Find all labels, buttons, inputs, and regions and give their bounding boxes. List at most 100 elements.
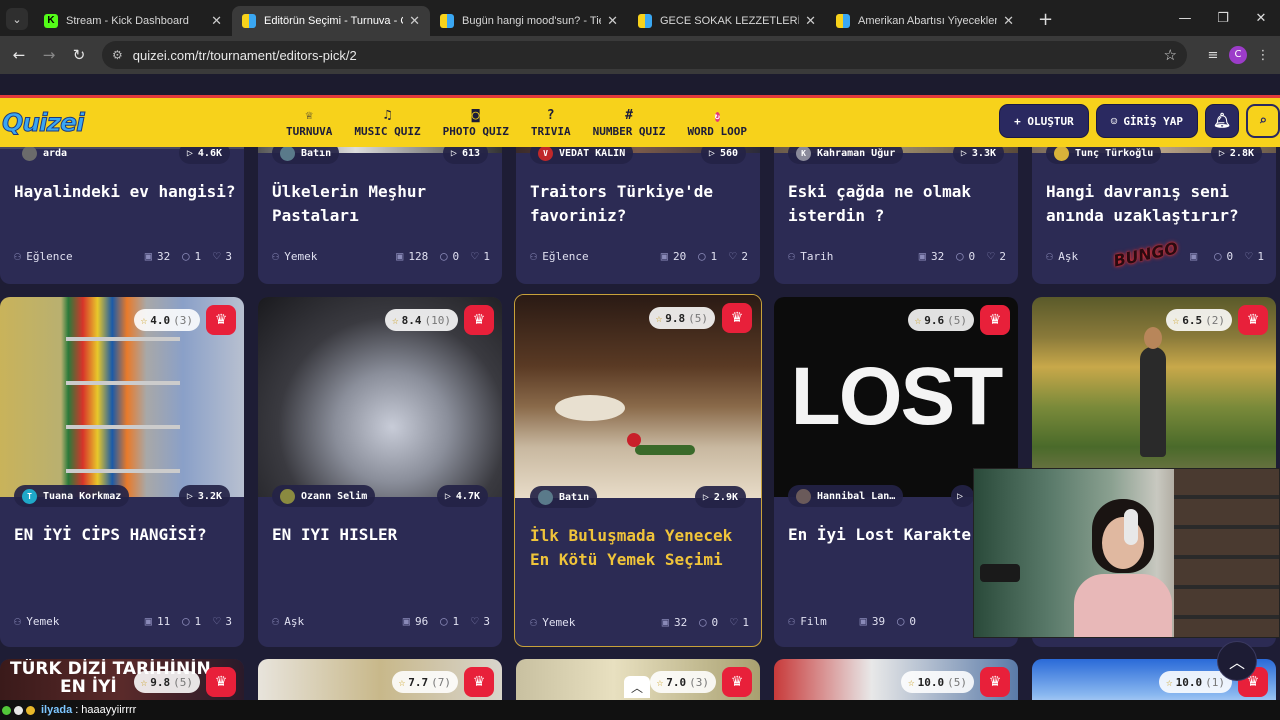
- author-badge[interactable]: Hannibal Lan…: [788, 485, 904, 507]
- quiz-card[interactable]: ☆ 7.7 (7) ♛: [258, 659, 502, 700]
- menu-icon[interactable]: ⋮: [1247, 48, 1279, 63]
- tab-search-button[interactable]: ⌄: [6, 8, 28, 30]
- quiz-card[interactable]: ☆ 4.0 (3) ♛ T Tuana Korkmaz ▷ 3.2K EN İYİ Cİ…: [0, 297, 244, 647]
- new-tab-icon[interactable]: +: [1038, 9, 1053, 30]
- minimize-icon[interactable]: —: [1166, 11, 1204, 26]
- category[interactable]: Yemek: [26, 615, 59, 628]
- author-badge[interactable]: Batın: [272, 147, 340, 164]
- rating-badge: ☆ 7.0 (3): [649, 671, 716, 693]
- login-button[interactable]: ☺ GİRİŞ YAP: [1095, 104, 1198, 138]
- quiz-card[interactable]: K Kahraman Uğur ▷ 3.3K Eski çağda ne olmak…: [774, 147, 1018, 284]
- quiz-title[interactable]: Ülkelerin Meşhur Pastaları: [272, 180, 500, 228]
- quiz-card[interactable]: ☆ 8.4 (10) ♛ Ozann Selim ▷ 4.7K EN IYI HISL…: [258, 297, 502, 647]
- close-tab-icon[interactable]: ✕: [607, 13, 618, 29]
- crown-icon[interactable]: ♛: [722, 667, 752, 697]
- crown-icon[interactable]: ♛: [1238, 305, 1268, 335]
- close-tab-icon[interactable]: ✕: [1003, 13, 1014, 29]
- item-count: 11: [157, 614, 171, 628]
- close-tab-icon[interactable]: ✕: [805, 13, 816, 29]
- crown-icon[interactable]: ♛: [464, 667, 494, 697]
- quiz-card[interactable]: ☆ 10.0 (5) ♛: [774, 659, 1018, 700]
- heart-icon[interactable]: ♡: [987, 249, 994, 263]
- author-badge[interactable]: arda: [14, 147, 75, 164]
- author-badge[interactable]: T Tuana Korkmaz: [14, 485, 130, 507]
- quiz-card-selected[interactable]: ☆ 9.8 (5) ♛ Batın ▷ 2.9K İlk Buluşmada Yene…: [514, 294, 762, 647]
- profile-avatar[interactable]: C: [1229, 46, 1247, 64]
- media-controls-icon[interactable]: ≡: [1197, 48, 1229, 63]
- forward-icon[interactable]: →: [34, 46, 64, 64]
- category[interactable]: Aşk: [1058, 250, 1078, 263]
- crown-icon[interactable]: ♛: [206, 305, 236, 335]
- crown-icon[interactable]: ♛: [464, 305, 494, 335]
- category[interactable]: Eğlence: [26, 250, 72, 263]
- heart-icon[interactable]: ♡: [1245, 249, 1252, 263]
- browser-tab[interactable]: GECE SOKAK LEZZETLERİ - Tier ✕: [628, 6, 826, 36]
- heart-icon[interactable]: ♡: [213, 249, 220, 263]
- quiz-card[interactable]: TÜRK DİZİ TARİHİNİN EN İYİ ☆ 9.8 (5) ♛: [0, 659, 244, 700]
- browser-tab[interactable]: K Stream - Kick Dashboard ✕: [34, 6, 232, 36]
- category[interactable]: Eğlence: [542, 250, 588, 263]
- quiz-title[interactable]: Hayalindeki ev hangisi?: [14, 180, 242, 204]
- reload-icon[interactable]: ↻: [64, 46, 94, 64]
- search-button[interactable]: ⌕: [1246, 104, 1280, 138]
- quiz-title[interactable]: Hangi davranış seni anında uzaklaştırır?: [1046, 180, 1274, 228]
- heart-icon[interactable]: ♡: [213, 614, 220, 628]
- category-icon: ⚇: [530, 249, 538, 263]
- nav-trivia[interactable]: ? TRIVIA: [531, 98, 571, 147]
- avatar: [796, 488, 811, 504]
- crown-icon[interactable]: ♛: [206, 667, 236, 697]
- author-badge[interactable]: Ozann Selim: [272, 485, 376, 507]
- site-info-icon[interactable]: ⚙: [112, 48, 123, 62]
- heart-icon[interactable]: ♡: [471, 249, 478, 263]
- crown-icon[interactable]: ♛: [980, 305, 1010, 335]
- quiz-card[interactable]: Tunç Türkoğlu ▷ 2.8K Hangi davranış seni …: [1032, 147, 1276, 284]
- author-badge[interactable]: K Kahraman Uğur: [788, 147, 904, 164]
- star-icon: ☆: [908, 675, 915, 689]
- play-count: ▷ 4.6K: [178, 147, 230, 164]
- heart-icon[interactable]: ♡: [471, 614, 478, 628]
- nav-photo-quiz[interactable]: ◙ PHOTO QUIZ: [443, 98, 509, 147]
- close-tab-icon[interactable]: ✕: [211, 13, 222, 29]
- heart-icon[interactable]: ♡: [730, 615, 737, 629]
- quiz-card[interactable]: V VEDAT KALIN ▷ 560 Traitors Türkiye'de fa…: [516, 147, 760, 284]
- create-button[interactable]: + OLUŞTUR: [999, 104, 1089, 138]
- quiz-title[interactable]: İlk Buluşmada Yenecek En Kötü Yemek Seçi…: [530, 524, 758, 572]
- quiz-card[interactable]: arda ▷ 4.6K Hayalindeki ev hangisi? ⚇ Eğle…: [0, 147, 244, 284]
- url-text[interactable]: quizei.com/tr/tournament/editors-pick/2: [133, 48, 1164, 63]
- omnibox[interactable]: ⚙ quizei.com/tr/tournament/editors-pick/…: [102, 41, 1187, 69]
- scroll-top-tab-icon[interactable]: ︿: [624, 676, 650, 698]
- back-icon[interactable]: ←: [4, 46, 34, 64]
- quiz-card[interactable]: Batın ▷ 613 Ülkelerin Meşhur Pastaları ⚇ Y…: [258, 147, 502, 284]
- category[interactable]: Film: [800, 615, 827, 628]
- crown-icon[interactable]: ♛: [722, 303, 752, 333]
- quiz-title[interactable]: EN IYI HISLER: [272, 523, 500, 547]
- crown-icon[interactable]: ♛: [980, 667, 1010, 697]
- notifications-button[interactable]: 🔔︎: [1205, 104, 1239, 138]
- category[interactable]: Aşk: [284, 615, 304, 628]
- nav-turnuva[interactable]: ♕ TURNUVA: [286, 98, 332, 147]
- bookmark-star-icon[interactable]: ☆: [1164, 46, 1177, 64]
- restore-icon[interactable]: ❐: [1204, 11, 1242, 26]
- browser-tab[interactable]: Bugün hangi mood'sun? - Tier ✕: [430, 6, 628, 36]
- category[interactable]: Yemek: [542, 616, 575, 629]
- author-badge[interactable]: Batın: [530, 486, 598, 508]
- browser-tab-active[interactable]: Editörün Seçimi - Turnuva - Qu ✕: [232, 6, 430, 36]
- nav-word-loop[interactable]: ↻ WORD LOOP: [687, 98, 747, 147]
- nav-music-quiz[interactable]: ♫ MUSIC QUIZ: [354, 98, 420, 147]
- author-badge[interactable]: Tunç Türkoğlu: [1046, 147, 1162, 164]
- heart-icon[interactable]: ♡: [729, 249, 736, 263]
- category[interactable]: Yemek: [284, 250, 317, 263]
- category[interactable]: Tarih: [800, 250, 833, 263]
- author-badge[interactable]: V VEDAT KALIN: [530, 147, 634, 164]
- avatar: [280, 147, 295, 161]
- close-window-icon[interactable]: ✕: [1242, 11, 1280, 26]
- chat-badge-icon: [2, 705, 11, 715]
- quizei-logo[interactable]: Quizei: [2, 108, 86, 138]
- quiz-title[interactable]: EN İYİ CİPS HANGİSİ?: [14, 523, 242, 547]
- quiz-title[interactable]: Eski çağda ne olmak isterdin ?: [788, 180, 1016, 228]
- close-tab-icon[interactable]: ✕: [409, 13, 420, 29]
- nav-number-quiz[interactable]: # NUMBER QUIZ: [593, 98, 666, 147]
- browser-tab[interactable]: Amerikan Abartısı Yiyecekler - ✕: [826, 6, 1024, 36]
- quiz-title[interactable]: Traitors Türkiye'de favoriniz?: [530, 180, 758, 228]
- scroll-to-top-button[interactable]: ︿: [1217, 641, 1257, 681]
